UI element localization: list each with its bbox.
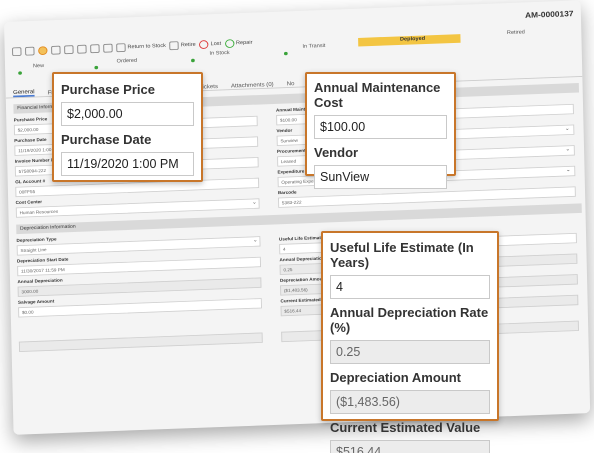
repair-label: Repair <box>235 40 253 46</box>
callout-useful-life-label: Useful Life Estimate (In Years) <box>330 240 474 270</box>
undo-icon <box>116 43 126 53</box>
callout-purchase-price-field[interactable]: $2,000.00 <box>61 102 194 126</box>
vendor-chevron-down-icon[interactable]: ⌄ <box>565 126 570 131</box>
useful-life-label: Useful Life Estimate <box>278 235 324 243</box>
callout-purchase-date-field[interactable]: 11/19/2020 1:00 PM <box>61 152 194 176</box>
repair-button[interactable]: Repair <box>224 38 253 49</box>
callout-depreciation-amount-field: ($1,483.56) <box>330 390 490 414</box>
status-in-transit[interactable]: In Transit <box>302 43 325 49</box>
expenditure-chevron-down-icon[interactable]: ⌄ <box>566 167 571 173</box>
depreciation-start-label: Depreciation Start Date <box>16 257 69 265</box>
save-icon[interactable] <box>12 47 22 57</box>
callout-depreciation-rate-field: 0.25 <box>330 340 490 364</box>
procurement-chevron-down-icon[interactable]: ⌄ <box>565 146 570 152</box>
status-deployed[interactable]: Deployed <box>400 36 425 42</box>
vendor-label: Vendor <box>276 128 293 134</box>
status-ordered[interactable]: Ordered <box>117 58 138 64</box>
depreciation-type-label: Depreciation Type <box>16 236 57 244</box>
status-retired[interactable]: Retired <box>507 30 525 36</box>
callout-current-value-field: $516.44 <box>330 440 490 453</box>
callout-current-value-label: Current Estimated Value <box>330 420 481 435</box>
status-dot-ordered <box>94 65 99 70</box>
callout-purchase-date-label: Purchase Date <box>61 132 152 147</box>
cost-center-label: Cost Center <box>15 199 43 206</box>
edit-icon[interactable] <box>90 44 100 54</box>
return-label: Return to Stock <box>127 43 166 51</box>
barcode-label: Barcode <box>277 190 297 196</box>
depreciation-callout: Useful Life Estimate (In Years) 4 Annual… <box>321 231 499 453</box>
status-in-stock[interactable]: In Stock <box>209 51 229 57</box>
print-icon[interactable] <box>64 45 74 55</box>
salvage-amount-label: Salvage Amount <box>17 298 55 306</box>
search-icon[interactable] <box>103 43 113 53</box>
mail-icon[interactable] <box>77 44 87 54</box>
callout-useful-life-field[interactable]: 4 <box>330 275 490 299</box>
callout-vendor-label: Vendor <box>314 145 359 160</box>
purchase-date-label: Purchase Date <box>14 137 47 144</box>
lost-button[interactable]: Lost <box>199 40 222 50</box>
callout-purchase-price-label: Purchase Price <box>61 82 155 97</box>
callout-depreciation-rate-label: Annual Depreciation Rate (%) <box>330 305 489 335</box>
purchase-price-label: Purchase Price <box>13 116 48 124</box>
retire-icon <box>169 41 180 51</box>
current-value-label: Current Estimated V <box>280 297 326 305</box>
maintenance-callout: Annual Maintenance Cost $100.00 Vendor S… <box>305 72 456 189</box>
annual-depreciation-label: Annual Depreciation <box>17 278 63 285</box>
status-dot-new <box>18 71 22 75</box>
salvage-amount-field[interactable]: $0.00 <box>18 298 262 318</box>
callout-depreciation-amount-label: Depreciation Amount <box>330 370 461 385</box>
scene: AM-0000137 New Ordered In Stock In Trans… <box>0 0 594 453</box>
cost-center-select[interactable]: Human Resources <box>15 198 260 218</box>
retire-label: Retire <box>180 42 196 49</box>
blank-readonly-left <box>18 332 263 352</box>
gl-account-label: GL Account # <box>15 178 46 186</box>
return-to-stock-button[interactable]: Return to Stock <box>116 42 166 53</box>
asset-form-screenshot: AM-0000137 New Ordered In Stock In Trans… <box>4 0 591 435</box>
alert-icon[interactable] <box>38 46 48 56</box>
repair-icon <box>224 39 235 49</box>
depreciation-amount-label: Depreciation Amount <box>279 276 327 284</box>
refresh-icon[interactable] <box>25 46 35 56</box>
callout-annual-maintenance-field[interactable]: $100.00 <box>314 115 447 139</box>
status-dot-in-stock <box>191 58 195 63</box>
purchase-callout: Purchase Price $2,000.00 Purchase Date 1… <box>52 72 203 182</box>
annual-maint-label: Annual Maint <box>275 107 306 114</box>
callout-annual-maintenance-label: Annual Maintenance Cost <box>314 80 441 110</box>
status-new[interactable]: New <box>33 64 44 70</box>
lost-label: Lost <box>210 41 222 47</box>
status-dot-in-transit <box>283 51 288 56</box>
retire-button[interactable]: Retire <box>169 41 196 51</box>
cost-center-chevron-down-icon[interactable]: ⌄ <box>252 199 257 205</box>
callout-vendor-field[interactable]: SunView <box>314 165 447 189</box>
depreciation-type-chevron-down-icon[interactable]: ⌄ <box>253 237 258 243</box>
copy-icon[interactable] <box>51 45 61 55</box>
lost-icon <box>199 40 209 50</box>
annual-depreciation-rate-label: Annual Depreciation <box>279 256 325 263</box>
